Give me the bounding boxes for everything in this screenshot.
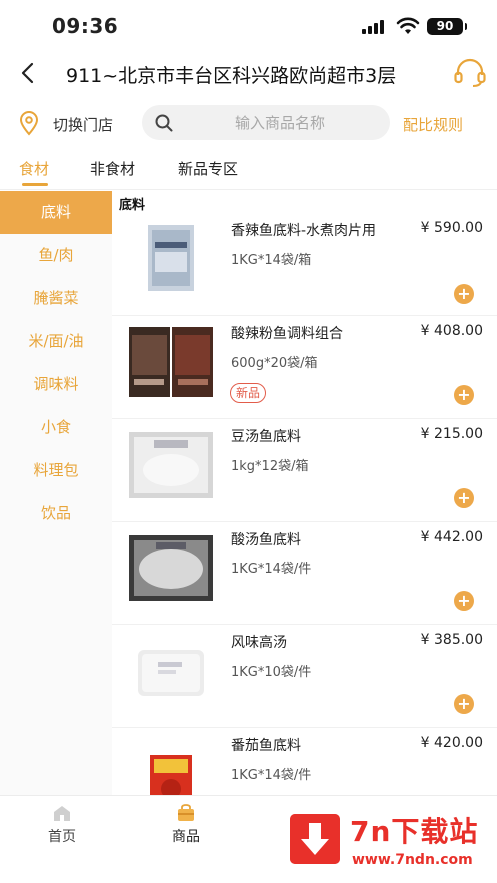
tab-non-food[interactable]: 非食材 bbox=[90, 158, 135, 179]
product-image bbox=[129, 535, 213, 601]
ratio-rules-link[interactable]: 配比规则 bbox=[403, 114, 463, 135]
product-name: 香辣鱼底料-水煮肉片用 bbox=[231, 223, 377, 239]
shop-bag-icon bbox=[178, 804, 194, 821]
watermark: 7n下载站 www.7ndn.com bbox=[275, 800, 497, 883]
product-spec: 1KG*14袋/箱 bbox=[231, 253, 312, 268]
product-spec: 1KG*10袋/件 bbox=[231, 665, 312, 680]
product-search-box[interactable] bbox=[142, 105, 390, 140]
nav-home[interactable]: 首页 bbox=[32, 804, 92, 846]
sidebar-item-seasoning[interactable]: 调味料 bbox=[0, 363, 112, 406]
product-image bbox=[138, 650, 204, 696]
product-spec: 600g*20袋/箱 bbox=[231, 356, 318, 371]
download-arrow-icon bbox=[290, 814, 340, 864]
watermark-url: www.7ndn.com bbox=[352, 852, 473, 868]
category-sidebar: 底料 鱼/肉 腌酱菜 米/面/油 调味料 小食 料理包 饮品 bbox=[0, 191, 112, 795]
product-image bbox=[148, 225, 194, 291]
active-tab-indicator bbox=[22, 183, 48, 186]
product-price: ¥ 215.00 bbox=[420, 426, 483, 442]
watermark-text: 7n下载站 bbox=[350, 815, 479, 848]
page-title: 911~北京市丰台区科兴路欧尚超市3层 bbox=[66, 65, 397, 87]
add-to-cart-button[interactable]: + bbox=[454, 694, 474, 714]
sidebar-item-rice-noodle-oil[interactable]: 米/面/油 bbox=[0, 320, 112, 363]
nav-products[interactable]: 商品 bbox=[156, 804, 216, 846]
product-spec: 1KG*14袋/件 bbox=[231, 768, 312, 783]
product-name: 风味高汤 bbox=[231, 635, 287, 651]
home-icon bbox=[54, 806, 70, 821]
product-name: 酸辣粉鱼调料组合 bbox=[231, 326, 343, 342]
product-price: ¥ 420.00 bbox=[420, 735, 483, 751]
location-pin-icon[interactable] bbox=[18, 110, 40, 136]
sidebar-item-drinks[interactable]: 饮品 bbox=[0, 492, 112, 535]
product-price: ¥ 408.00 bbox=[420, 323, 483, 339]
section-title: 底料 bbox=[119, 198, 146, 213]
product-image bbox=[129, 432, 213, 498]
product-name: 豆汤鱼底料 bbox=[231, 429, 301, 445]
product-card[interactable]: 酸汤鱼底料 ¥ 442.00 1KG*14袋/件 + bbox=[112, 522, 497, 625]
product-name: 番茄鱼底料 bbox=[231, 738, 301, 754]
product-list: 底料 香辣鱼底料-水煮肉片用 ¥ 590.00 1KG*14袋/箱 + 酸辣粉鱼… bbox=[112, 191, 497, 795]
search-icon bbox=[155, 114, 173, 132]
add-to-cart-button[interactable]: + bbox=[454, 488, 474, 508]
header: 911~北京市丰台区科兴路欧尚超市3层 bbox=[0, 52, 497, 96]
back-arrow-icon[interactable] bbox=[16, 60, 42, 86]
tab-new-products[interactable]: 新品专区 bbox=[178, 158, 238, 179]
product-card[interactable]: 酸辣粉鱼调料组合 ¥ 408.00 600g*20袋/箱 新品 + bbox=[112, 316, 497, 419]
product-spec: 1kg*12袋/箱 bbox=[231, 459, 309, 474]
battery-indicator: 90 bbox=[427, 18, 467, 35]
product-spec: 1KG*14袋/件 bbox=[231, 562, 312, 577]
product-image bbox=[150, 755, 192, 795]
switch-store-link[interactable]: 切换门店 bbox=[53, 114, 113, 135]
product-price: ¥ 590.00 bbox=[420, 220, 483, 236]
store-search-bar: 切换门店 配比规则 bbox=[0, 102, 497, 144]
sidebar-item-base[interactable]: 底料 bbox=[0, 191, 112, 234]
add-to-cart-button[interactable]: + bbox=[454, 284, 474, 304]
search-input[interactable] bbox=[182, 105, 378, 140]
product-card[interactable]: 豆汤鱼底料 ¥ 215.00 1kg*12袋/箱 + bbox=[112, 419, 497, 522]
tab-food[interactable]: 食材 bbox=[19, 158, 49, 179]
status-time: 09:36 bbox=[52, 14, 119, 38]
nav-label: 首页 bbox=[48, 829, 76, 845]
sidebar-item-fish-meat[interactable]: 鱼/肉 bbox=[0, 234, 112, 277]
customer-service-headset-icon[interactable] bbox=[453, 57, 487, 89]
wifi-icon bbox=[396, 17, 420, 34]
product-name: 酸汤鱼底料 bbox=[231, 532, 301, 548]
product-price: ¥ 442.00 bbox=[420, 529, 483, 545]
category-tabs: 食材 非食材 新品专区 bbox=[0, 150, 497, 190]
status-bar: 09:36 90 bbox=[0, 0, 497, 52]
nav-label: 商品 bbox=[172, 829, 200, 845]
add-to-cart-button[interactable]: + bbox=[454, 591, 474, 611]
new-product-badge: 新品 bbox=[230, 383, 267, 403]
product-card[interactable]: 香辣鱼底料-水煮肉片用 ¥ 590.00 1KG*14袋/箱 + bbox=[112, 213, 497, 316]
sidebar-item-meal-kits[interactable]: 料理包 bbox=[0, 449, 112, 492]
product-image bbox=[129, 327, 213, 397]
product-card[interactable]: 番茄鱼底料 ¥ 420.00 1KG*14袋/件 bbox=[112, 728, 497, 795]
add-to-cart-button[interactable]: + bbox=[454, 385, 474, 405]
product-card[interactable]: 风味高汤 ¥ 385.00 1KG*10袋/件 + bbox=[112, 625, 497, 728]
sidebar-item-pickles[interactable]: 腌酱菜 bbox=[0, 277, 112, 320]
product-price: ¥ 385.00 bbox=[420, 632, 483, 648]
cellular-signal-icon bbox=[362, 20, 388, 34]
sidebar-item-snacks[interactable]: 小食 bbox=[0, 406, 112, 449]
